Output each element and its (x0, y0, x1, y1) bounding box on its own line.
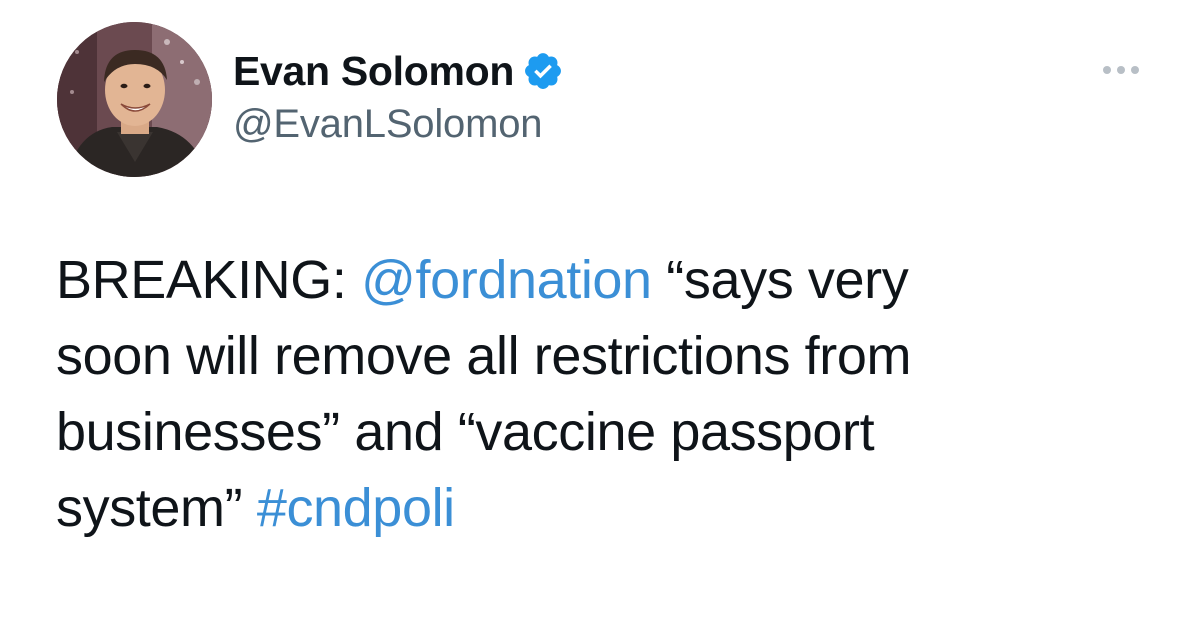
hashtag-link[interactable]: #cndpoli (257, 478, 455, 538)
tweet-line-1: BREAKING: @fordnation “says very (56, 242, 1156, 318)
author-name-row: Evan Solomon (233, 44, 564, 98)
tweet-text-segment: system” (56, 478, 257, 538)
mention-link[interactable]: @fordnation (361, 250, 652, 310)
verified-badge-icon (522, 50, 564, 92)
author-display-name[interactable]: Evan Solomon (233, 48, 514, 95)
author-handle[interactable]: @EvanLSolomon (233, 102, 564, 147)
tweet-text: BREAKING: @fordnation “says very soon wi… (56, 242, 1156, 546)
more-horizontal-icon (1103, 66, 1139, 74)
tweet-text-segment: BREAKING: (56, 250, 362, 310)
tweet-line-4: system” #cndpoli (56, 470, 1156, 546)
tweet-card: Evan Solomon @EvanLSolomon BREAKING: @fo… (0, 0, 1200, 621)
profile-photo-icon (57, 22, 212, 177)
tweet-author: Evan Solomon @EvanLSolomon (233, 44, 564, 147)
more-options-button[interactable] (1096, 58, 1146, 82)
avatar[interactable] (57, 22, 212, 177)
tweet-line-3: businesses” and “vaccine passport (56, 402, 875, 462)
tweet-text-segment: “says very (651, 250, 909, 310)
tweet-line-2: soon will remove all restrictions from (56, 326, 912, 386)
